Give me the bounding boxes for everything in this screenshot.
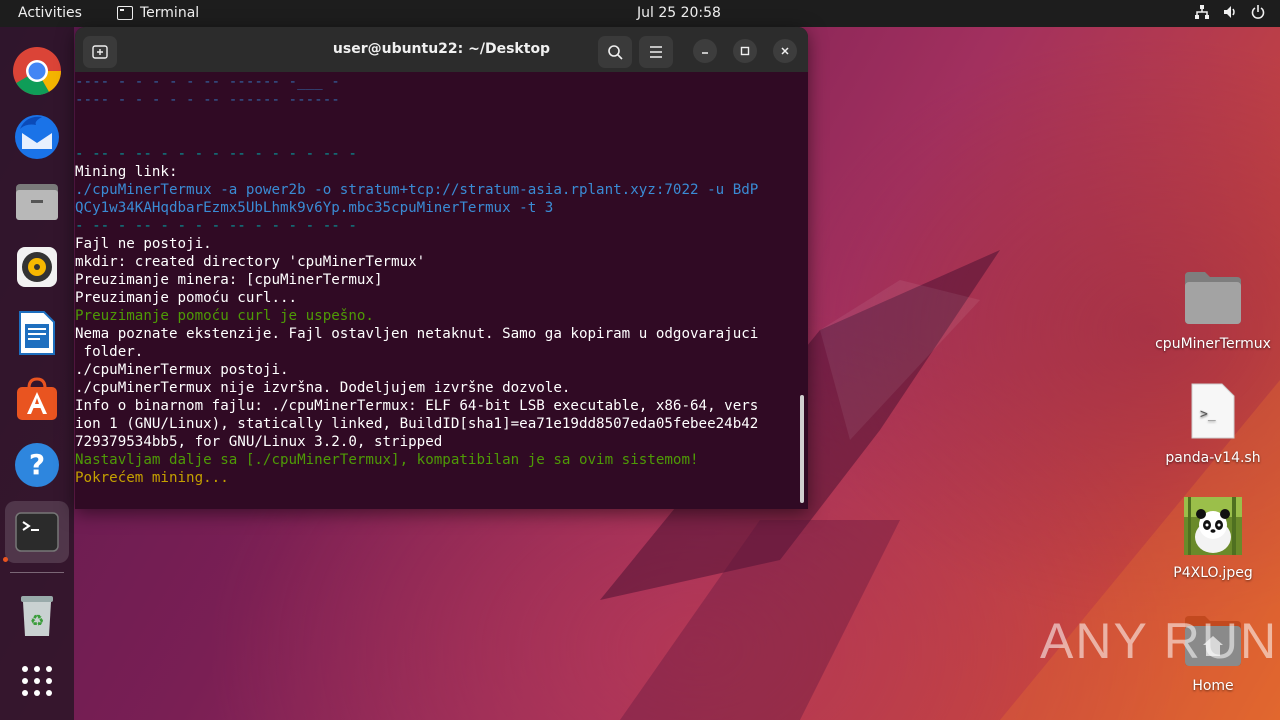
help-launcher[interactable]: ? <box>11 439 63 491</box>
volume-icon[interactable] <box>1222 4 1238 20</box>
chrome-icon <box>13 47 62 96</box>
folder-icon <box>1185 272 1241 324</box>
rhythmbox-icon <box>17 247 57 287</box>
svg-text:♻: ♻ <box>30 611 44 630</box>
image-thumbnail <box>1184 497 1242 555</box>
desktop-item-p4xlo-image[interactable]: P4XLO.jpeg <box>1153 497 1273 581</box>
activities-button[interactable]: Activities <box>18 5 82 21</box>
terminal-line: 729379534bb5, for GNU/Linux 3.2.0, strip… <box>75 434 443 450</box>
show-apps-button[interactable] <box>11 655 63 707</box>
svg-text:>_: >_ <box>1200 407 1216 422</box>
files-folder-icon <box>16 184 58 220</box>
terminal-line: ion 1 (GNU/Linux), statically linked, Bu… <box>75 416 759 432</box>
trash-icon: ♻ <box>21 596 53 636</box>
running-indicator <box>3 557 8 562</box>
chrome-launcher[interactable] <box>11 45 63 97</box>
terminal-output[interactable]: ---- - - - - - -- ------ -___ - ---- - - … <box>75 72 800 509</box>
search-button[interactable] <box>598 36 632 68</box>
clock[interactable]: Jul 25 20:58 <box>637 5 721 21</box>
terminal-line: Fajl ne postoji. <box>75 236 212 252</box>
app-menu[interactable]: Terminal <box>117 5 199 21</box>
minimize-icon <box>702 52 708 54</box>
terminal-icon <box>117 6 133 20</box>
terminal-line: mkdir: created directory 'cpuMinerTermux… <box>75 254 426 270</box>
menu-button[interactable] <box>639 36 673 68</box>
writer-launcher[interactable] <box>11 307 63 359</box>
close-button[interactable] <box>773 39 797 63</box>
thunderbird-launcher[interactable] <box>11 110 63 162</box>
terminal-line: QCy1w34KAHqdbarEzmx5UbLhmk9v6Yp.mbc35cpu… <box>75 200 554 216</box>
terminal-app-icon <box>15 512 59 552</box>
trash-launcher[interactable]: ♻ <box>11 589 63 641</box>
close-icon <box>781 47 789 55</box>
files-launcher[interactable] <box>11 175 63 227</box>
desktop-item-cpuminertermux[interactable]: cpuMinerTermux <box>1153 268 1273 352</box>
scrollbar[interactable] <box>800 395 804 503</box>
app-grid-icon <box>22 666 52 696</box>
help-icon: ? <box>15 443 59 487</box>
terminal-header-bar[interactable]: user@ubuntu22: ~/Desktop <box>75 27 808 72</box>
terminal-line: ---- - - - - - -- ------ -___ - <box>75 74 340 90</box>
network-icon[interactable] <box>1194 4 1210 20</box>
maximize-button[interactable] <box>733 39 757 63</box>
software-store-icon <box>17 377 57 420</box>
terminal-line: Preuzimanje pomoću curl... <box>75 290 298 306</box>
hamburger-menu-icon <box>650 46 662 58</box>
thunderbird-icon <box>15 115 59 159</box>
terminal-line: Mining link: <box>75 164 178 180</box>
desktop-item-label: Home <box>1192 678 1234 694</box>
svg-text:?: ? <box>29 448 45 481</box>
terminal-line: ./cpuMinerTermux -a power2b -o stratum+t… <box>75 182 759 198</box>
software-launcher[interactable] <box>11 373 63 425</box>
power-icon[interactable] <box>1250 4 1266 20</box>
terminal-line: Info o binarnom fajlu: ./cpuMinerTermux:… <box>75 398 759 414</box>
desktop-item-label: panda-v14.sh <box>1165 450 1261 466</box>
desktop-item-label: P4XLO.jpeg <box>1173 565 1253 581</box>
dock: ? ♻ <box>0 27 74 720</box>
system-tray[interactable] <box>1194 4 1266 20</box>
search-icon <box>608 45 623 60</box>
app-menu-label: Terminal <box>140 5 200 21</box>
terminal-line: Nema poznate ekstenzije. Fajl ostavljen … <box>75 326 759 342</box>
terminal-line: - -- - -- - - - - -- - - - - -- - <box>75 218 357 234</box>
terminal-line: Preuzimanje pomoću curl je uspešno. <box>75 308 374 324</box>
terminal-launcher[interactable] <box>5 501 69 563</box>
top-bar: Activities Terminal Jul 25 20:58 <box>0 0 1280 27</box>
rhythmbox-launcher[interactable] <box>11 241 63 293</box>
script-file-icon: >_ <box>1191 383 1235 439</box>
terminal-line: - -- - -- - - - - -- - - - - -- - <box>75 146 357 162</box>
writer-document-icon <box>19 311 55 355</box>
anyrun-watermark: ANY RUN <box>1040 613 1279 669</box>
desktop-item-label: cpuMinerTermux <box>1155 336 1271 352</box>
terminal-line: folder. <box>75 344 144 360</box>
dock-separator <box>10 572 64 573</box>
terminal-line: ./cpuMinerTermux postoji. <box>75 362 289 378</box>
terminal-line: Pokrećem mining... <box>75 470 229 486</box>
desktop-item-panda-script[interactable]: >_ panda-v14.sh <box>1153 382 1273 466</box>
terminal-window[interactable]: user@ubuntu22: ~/Desktop ---- - - - - - … <box>75 27 808 509</box>
maximize-icon <box>740 46 750 56</box>
minimize-button[interactable] <box>693 39 717 63</box>
terminal-line: ./cpuMinerTermux nije izvršna. Dodeljuje… <box>75 380 571 396</box>
terminal-line: Nastavljam dalje sa [./cpuMinerTermux], … <box>75 452 699 468</box>
terminal-line: ---- - - - - - -- ------ ------ <box>75 92 340 108</box>
terminal-line: Preuzimanje minera: [cpuMinerTermux] <box>75 272 383 288</box>
